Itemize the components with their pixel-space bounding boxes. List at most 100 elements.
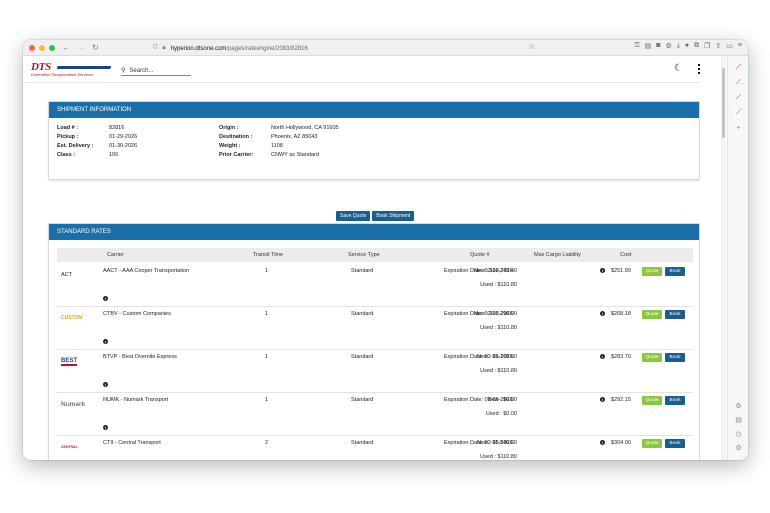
carrier-info-icon[interactable]: i [103, 339, 108, 344]
weight-label: Weight : [219, 143, 241, 149]
book-button[interactable]: Book [665, 439, 685, 448]
book-button[interactable]: Book [665, 396, 685, 405]
reload-icon[interactable]: ↻ [92, 40, 99, 56]
service-type: Standard [351, 440, 374, 446]
liability-used: Used : $110.80 [480, 325, 517, 331]
cost-info-icon[interactable]: i [600, 440, 605, 445]
tracking-protection-icon[interactable]: ⛉ [153, 45, 158, 52]
cost-value: $251.99 [611, 268, 631, 274]
download-icon[interactable]: ⤓ [677, 42, 680, 50]
carrier-info-icon[interactable]: i [103, 296, 108, 301]
origin-value: North Hollywood, CA 91605 [271, 125, 339, 131]
quote-button[interactable]: Quote [642, 396, 662, 405]
page-content: DTS Diversified Transportation Services … [23, 56, 700, 460]
maximize-window-button[interactable] [49, 44, 55, 51]
sidebar-dts-icon-3[interactable]: ⟋ [734, 93, 743, 102]
sidebar-dts-icon-4[interactable]: ⟋ [734, 108, 743, 117]
liability-new: New : $12,243.40 [473, 268, 517, 274]
service-type: Standard [351, 311, 374, 317]
transit-time: 2 [265, 440, 269, 446]
pickup-label: Pickup : [57, 134, 79, 140]
quote-button[interactable]: Quote [642, 267, 662, 276]
liability-new: New : $0.00 [487, 397, 517, 403]
rates-table-header: Carrier Transit Time Service Type Quote … [57, 248, 693, 262]
extension-icon[interactable]: ● [685, 42, 689, 50]
transit-time: 1 [265, 354, 269, 360]
liability-used: Used : $110.80 [480, 454, 517, 460]
lock-icon[interactable]: 🔒︎ [163, 45, 166, 52]
carrier-info-icon[interactable]: i [103, 425, 108, 430]
browser-toolbar: ← → ↻ ⛉ 🔒︎ hyperion.dtsone.com /pages/ra… [23, 40, 748, 56]
bookmark-star-icon[interactable]: ☆ [528, 42, 535, 51]
settings-icon[interactable]: ⚙ [666, 42, 672, 50]
cost-info-icon[interactable]: i [600, 311, 605, 316]
copy-icon[interactable]: ❐ [704, 42, 710, 50]
sidebar-dts-icon-1[interactable]: ⟋ [734, 63, 743, 72]
back-arrow-icon[interactable]: ← [62, 40, 70, 56]
carrier-name: AACT - AAA Cooper Transportation [103, 268, 190, 274]
book-button[interactable]: Book [665, 310, 685, 319]
quote-button[interactable]: Quote [642, 353, 662, 362]
transit-time: 1 [265, 268, 269, 274]
cost-info-icon[interactable]: i [600, 354, 605, 359]
class-value: 100 [109, 152, 119, 158]
sidebar-settings-icon[interactable]: ⚙ [734, 402, 743, 411]
quote-button[interactable]: Quote [642, 439, 662, 448]
col-cost: Cost [620, 252, 632, 258]
forward-arrow-icon[interactable]: → [77, 40, 85, 56]
carrier-logo: ACT [61, 272, 95, 286]
standard-rates-panel: STANDARD RATES Carrier Transit Time Serv… [48, 223, 700, 460]
liability-new: New : $13,296.00 [473, 311, 517, 317]
prior-carrier-label: Prior Carrier: [219, 152, 254, 158]
carrier-info-icon[interactable]: i [103, 382, 108, 387]
scrollbar-thumb[interactable] [722, 68, 725, 138]
book-button[interactable]: Book [665, 353, 685, 362]
sidebar-add-icon[interactable]: + [734, 124, 743, 133]
cost-info-icon[interactable]: i [600, 397, 605, 402]
rate-row: BEST BTVP - Best Overnite Express i 1 Standa… [57, 350, 693, 393]
sidebar-dts-icon-2[interactable]: ⟋ [734, 78, 743, 87]
close-window-button[interactable] [29, 44, 35, 51]
liability-used: Used : $110.80 [480, 368, 517, 374]
carrier-logo: CUSTOM [61, 315, 95, 329]
menu-icon[interactable]: ≡ [738, 42, 742, 50]
puzzle-icon[interactable]: ⧉ [694, 42, 699, 50]
load-value: 82816 [109, 125, 125, 131]
search-input[interactable]: ⚲ Search... [121, 66, 191, 76]
carrier-name: CTII - Central Transport [103, 440, 161, 446]
transit-time: 1 [265, 311, 269, 317]
book-button[interactable]: Book [665, 267, 685, 276]
sidebar-customize-icon[interactable]: ⚙ [734, 444, 743, 453]
cost-info-icon[interactable]: i [600, 268, 605, 273]
sidebar-notes-icon[interactable]: ▤ [734, 416, 743, 425]
carrier-logo-text: ACT [61, 272, 72, 278]
browser-sidebar: ⟋ ⟋ ⟋ ⟋ + ⚙ ▤ ◷ ⚙ [727, 56, 748, 460]
pickup-value: 01-29-2026 [109, 134, 138, 140]
app-header: DTS Diversified Transportation Services … [23, 56, 700, 83]
liability-new: New : $5,540.00 [476, 440, 517, 446]
origin-label: Origin : [219, 125, 239, 131]
book-shipment-button[interactable]: Book Shipment [372, 211, 415, 221]
weight-value: 1108 [271, 143, 283, 149]
sidebar-history-icon[interactable]: ◷ [734, 430, 743, 439]
browser-window: ← → ↻ ⛉ 🔒︎ hyperion.dtsone.com /pages/ra… [23, 40, 748, 460]
reader-icon[interactable]: ▤ [645, 42, 652, 50]
key-icon[interactable]: ⚿ [634, 42, 639, 50]
apps-grid-icon[interactable] [698, 64, 700, 74]
carrier-logo: Numark [61, 401, 95, 415]
cost-value: $283.70 [611, 354, 631, 360]
page-scrollbar[interactable] [721, 56, 726, 460]
dark-mode-moon-icon[interactable]: ☾ [674, 63, 683, 74]
toolbar-extensions: ⚿ ▤ ◙ ⚙ ⤓ ● ⧉ ❐ ⇪ ▭ ≡ [634, 42, 742, 50]
dts-logo[interactable]: DTS Diversified Transportation Services [31, 62, 112, 78]
share-icon[interactable]: ⇪ [715, 42, 721, 50]
search-icon: ⚲ [121, 68, 126, 74]
liability-used: Used : $0.00 [485, 411, 517, 417]
quote-button[interactable]: Quote [642, 310, 662, 319]
screenshot-icon[interactable]: ◙ [656, 42, 660, 50]
minimize-window-button[interactable] [39, 44, 45, 51]
sidebar-toggle-icon[interactable]: ▭ [726, 42, 733, 50]
address-bar[interactable]: ⛉ 🔒︎ hyperion.dtsone.com /pages/rateengi… [153, 43, 563, 54]
carrier-logo: CENTRAL [61, 444, 95, 458]
save-quote-button[interactable]: Save Quote [336, 211, 371, 221]
